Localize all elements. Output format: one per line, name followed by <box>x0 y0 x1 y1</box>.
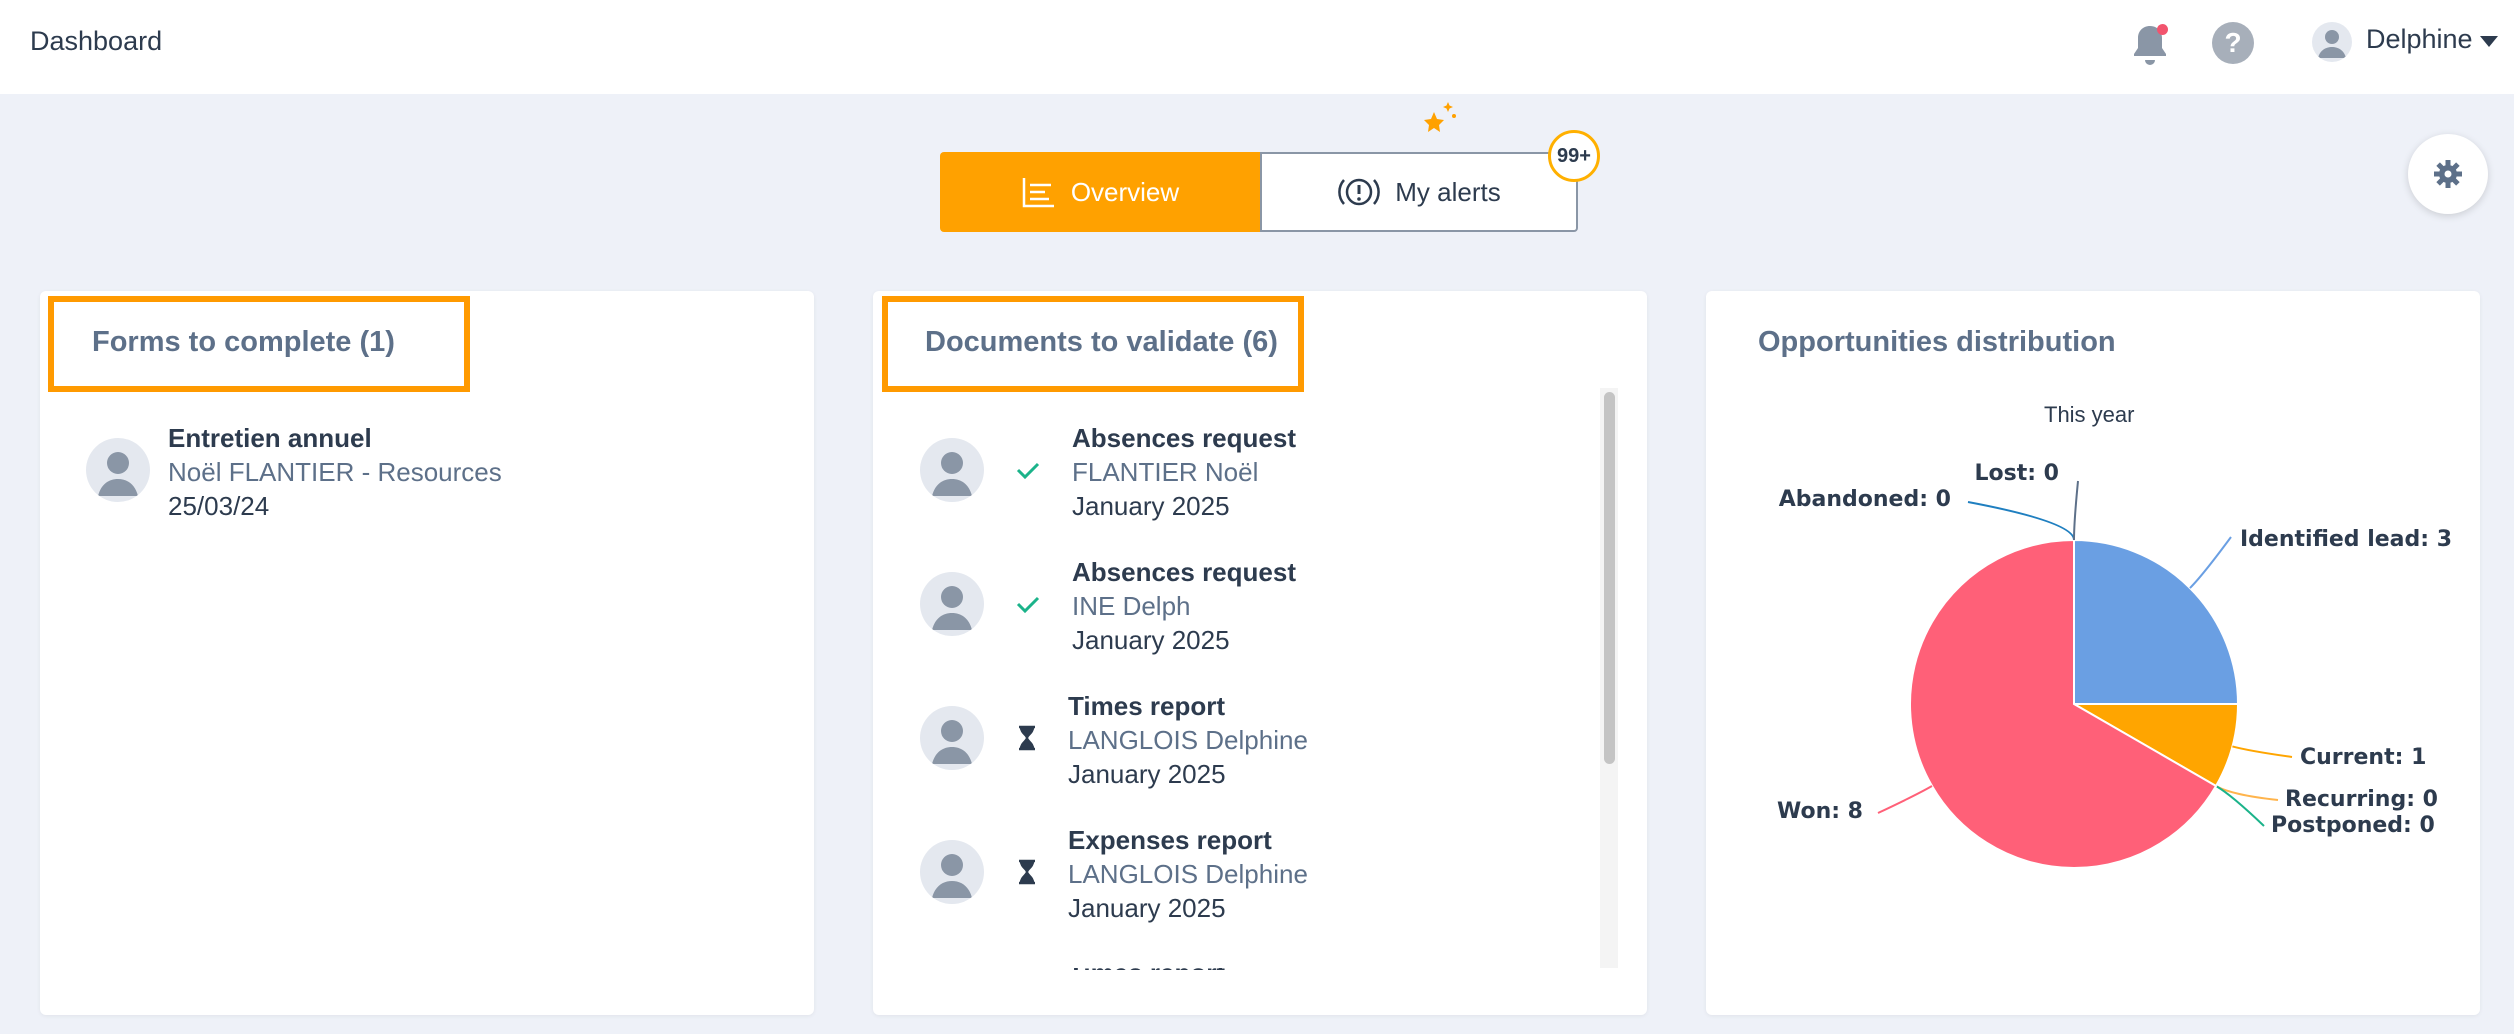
user-name[interactable]: Delphine <box>2366 24 2473 55</box>
forms-card <box>40 291 814 1015</box>
document-person: LANGLOIS Delphine <box>1068 859 1308 889</box>
document-title: Absences request <box>1072 423 1296 453</box>
document-date: January 2025 <box>1068 893 1226 923</box>
user-avatar[interactable] <box>2312 22 2352 62</box>
document-person: LANGLOIS Delphine <box>1068 725 1308 755</box>
notification-dot <box>2157 24 2168 35</box>
alert-icon <box>1338 178 1381 206</box>
document-title: Times report <box>1068 691 1226 721</box>
sparkle-star-icon <box>1424 102 1456 132</box>
pie-data-label: Abandoned: 0 <box>1779 487 1951 512</box>
hourglass-icon <box>1019 725 1035 751</box>
avatar <box>920 706 984 770</box>
check-icon <box>1016 462 1040 480</box>
tab-my-alerts[interactable]: My alerts <box>1260 152 1578 232</box>
avatar <box>920 572 984 636</box>
list-chart-icon <box>1022 178 1054 208</box>
alerts-count-badge: 99+ <box>1548 130 1600 182</box>
documents-card-title: Documents to validate (6) <box>925 326 1278 358</box>
pie-data-label: Identified lead: 3 <box>2240 527 2452 552</box>
avatar <box>920 438 984 502</box>
pie-connector <box>2232 745 2293 758</box>
document-person: INE Delph <box>1072 591 1191 621</box>
tab-overview-label: Overview <box>1070 176 1180 207</box>
list-clip-mask <box>875 948 1595 968</box>
pie-connector <box>2189 536 2232 589</box>
tab-overview[interactable]: Overview <box>940 152 1260 232</box>
tab-my-alerts-label: My alerts <box>1395 176 1501 207</box>
hourglass-icon <box>1019 859 1035 885</box>
forms-card-title: Forms to complete (1) <box>92 326 395 358</box>
document-date: January 2025 <box>1068 759 1226 789</box>
pie-connector <box>2073 480 2079 541</box>
chevron-down-icon[interactable] <box>2480 36 2498 47</box>
pie-data-label: Lost: 0 <box>1974 461 2059 486</box>
pie-connector <box>1967 501 2075 541</box>
document-title: Absences request <box>1072 557 1296 587</box>
page-title: Dashboard <box>30 26 163 56</box>
pie-data-label: Current: 1 <box>2300 745 2426 770</box>
notifications-bell-icon[interactable] <box>2128 20 2172 68</box>
pie-connector <box>1877 785 1933 814</box>
pie-slice-identified-lead[interactable] <box>2073 538 2240 705</box>
avatar <box>920 840 984 904</box>
help-icon[interactable]: ? <box>2212 22 2254 64</box>
opportunities-pie-chart: Identified lead: 3 Current: 1 Recurring: 0… <box>1777 461 2452 869</box>
gear-icon <box>2434 160 2462 188</box>
avatar <box>86 438 150 502</box>
check-icon <box>1016 596 1040 614</box>
form-date: 25/03/24 <box>168 491 270 521</box>
document-date: January 2025 <box>1072 625 1230 655</box>
pie-data-label: Recurring: 0 <box>2285 787 2438 812</box>
pie-connector <box>2215 785 2265 827</box>
pie-data-label: Won: 8 <box>1777 799 1863 824</box>
document-person: FLANTIER Noël <box>1072 457 1259 487</box>
form-title: Entretien annuel <box>168 423 372 453</box>
form-subtitle: Noël FLANTIER - Resources <box>168 457 502 487</box>
top-bar: Dashboard ? Delphine <box>0 0 2514 94</box>
pie-data-label: Postponed: 0 <box>2271 813 2435 838</box>
documents-card <box>873 291 1647 1015</box>
document-title: Expenses report <box>1068 825 1272 855</box>
settings-button[interactable] <box>2408 134 2488 214</box>
documents-scrollbar-thumb[interactable] <box>1604 392 1615 764</box>
document-date: January 2025 <box>1072 491 1230 521</box>
